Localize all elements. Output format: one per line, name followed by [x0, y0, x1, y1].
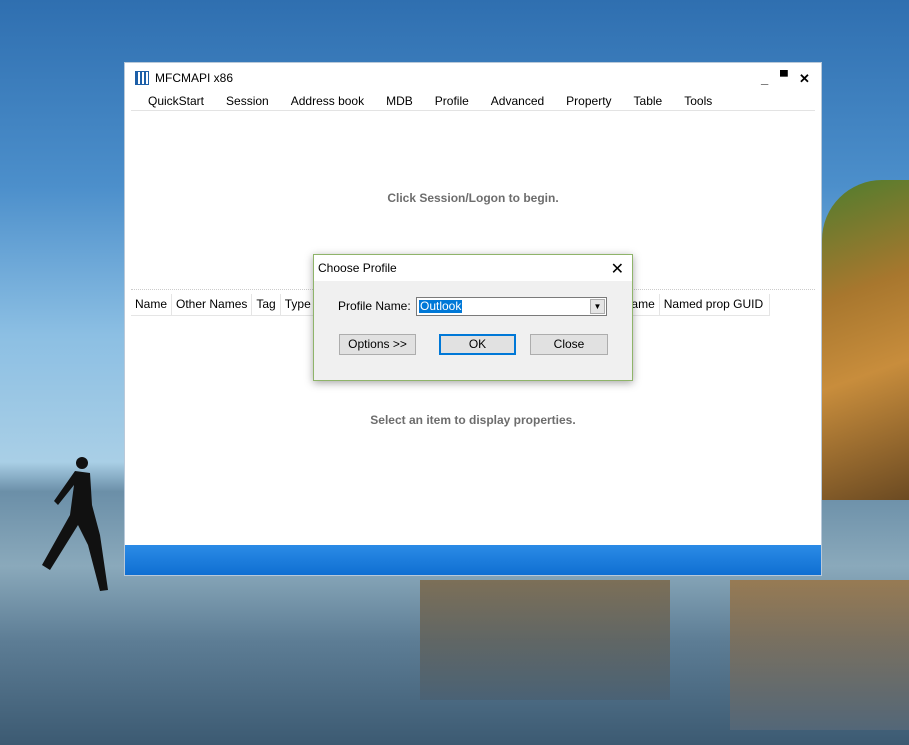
profile-name-combobox[interactable]: Outlook ▼ — [416, 297, 607, 316]
dialog-close-icon[interactable]: ✕ — [611, 259, 624, 279]
menu-table[interactable]: Table — [623, 93, 674, 110]
desktop-runner-silhouette — [42, 457, 108, 591]
profile-name-value: Outlook — [419, 299, 463, 313]
column-tag[interactable]: Tag — [252, 294, 281, 315]
options-button[interactable]: Options >> — [339, 334, 416, 355]
desktop-reflection — [420, 580, 670, 700]
close-dialog-button[interactable]: Close — [530, 334, 608, 355]
menu-quickstart[interactable]: QuickStart — [137, 93, 215, 110]
choose-profile-dialog: Choose Profile ✕ Profile Name: Outlook ▼… — [313, 254, 633, 381]
column-other-names[interactable]: Other Names — [172, 294, 253, 315]
profile-name-label: Profile Name: — [338, 299, 411, 313]
desktop-cliff — [822, 180, 909, 500]
app-icon — [135, 71, 149, 85]
close-button[interactable]: ✕ — [799, 71, 810, 87]
dropdown-arrow-icon[interactable]: ▼ — [590, 299, 605, 314]
menu-tools[interactable]: Tools — [673, 93, 723, 110]
ok-button[interactable]: OK — [439, 334, 516, 355]
menu-session[interactable]: Session — [215, 93, 280, 110]
column-named-prop-guid[interactable]: Named prop GUID — [660, 294, 770, 315]
window-title: MFCMAPI x86 — [155, 71, 234, 85]
status-bar — [125, 545, 821, 575]
menu-advanced[interactable]: Advanced — [480, 93, 555, 110]
menu-address-book[interactable]: Address book — [280, 93, 375, 110]
desktop-reflection — [730, 580, 909, 730]
title-bar: MFCMAPI x86 — [125, 63, 821, 93]
maximize-button[interactable]: ▀ — [780, 71, 788, 83]
logon-hint: Click Session/Logon to begin. — [387, 191, 559, 205]
menu-bar: QuickStart Session Address book MDB Prof… — [131, 93, 815, 111]
dialog-title: Choose Profile — [314, 255, 632, 281]
menu-profile[interactable]: Profile — [424, 93, 480, 110]
column-name[interactable]: Name — [131, 294, 173, 315]
minimize-button[interactable]: _ — [761, 71, 768, 86]
menu-property[interactable]: Property — [555, 93, 622, 110]
menu-mdb[interactable]: MDB — [375, 93, 424, 110]
properties-hint: Select an item to display properties. — [370, 413, 576, 427]
